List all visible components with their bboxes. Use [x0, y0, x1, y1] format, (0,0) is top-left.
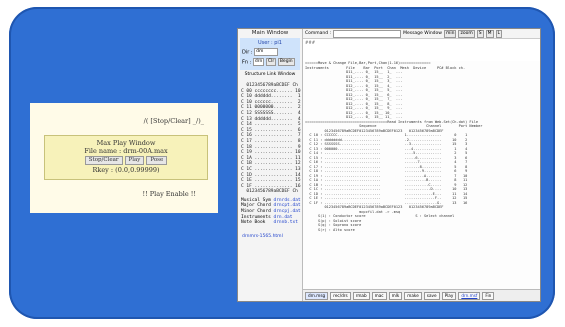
output-area[interactable]: ======Move & Change File,Bar,Port,Chan(1…	[303, 61, 540, 289]
fn-row: Fn : drn Clr Begin	[242, 57, 298, 68]
html-file-link[interactable]: drnmrs-1565.html	[242, 234, 302, 239]
main-app-window: Main Window User : pi1 Dir : dm Fn : drn…	[237, 28, 541, 302]
output-line: S(r) : Alto score	[305, 227, 355, 232]
bottom-tab-bar: drn.msg rec/drs rmab mac mlk make save Play drn.…	[303, 289, 540, 301]
file-list-key: Note Book	[241, 220, 274, 226]
dir-row: Dir : dm	[242, 48, 298, 58]
stop-clear-button[interactable]: Stop/Clear	[84, 156, 123, 165]
file-list: Musical Sym drnrds.dat Major Chord drncpt…	[241, 198, 301, 226]
tab-drn-msf[interactable]: drn.msf	[458, 291, 481, 300]
channel-grid-row[interactable]: C 10 dddddd........ 1	[241, 94, 301, 100]
tab-save[interactable]: save	[423, 291, 440, 300]
tab-mac[interactable]: mac	[371, 291, 387, 300]
pose-button[interactable]: Pose	[146, 156, 168, 165]
tab-drn-msg[interactable]: drn.msg	[305, 291, 329, 300]
tab-rmab[interactable]: rmab	[352, 291, 370, 300]
size-m-button[interactable]: M	[485, 29, 494, 38]
max-play-window: /( [Stop/Clear] _/)_ Max Play Window Fil…	[30, 103, 218, 213]
channel-grid-row[interactable]: C 1E .............. 15	[241, 178, 301, 184]
rkey-label: Rkey : (0.0,0.99999)	[92, 166, 160, 174]
file-list-value[interactable]: drn.dat	[274, 215, 293, 220]
begin-button[interactable]: Begin	[277, 57, 295, 66]
play-window-box: Max Play Window File name : drm-00A.max …	[44, 135, 208, 180]
file-list-item: Note Book drnnb.txt	[241, 220, 300, 226]
channel-grid-row[interactable]: C 17 .............. 8	[241, 139, 301, 145]
clr-button[interactable]: Clr	[266, 57, 277, 66]
play-window-title: Max Play Window	[96, 139, 156, 147]
file-list-value[interactable]: drnnb.txt	[274, 220, 298, 225]
tab-fin[interactable]: Fin	[482, 291, 495, 300]
command-input[interactable]	[333, 29, 402, 38]
channel-grid-row[interactable]: C 1C .............. 13	[241, 167, 301, 173]
main-window-panel: Main Window User : pi1 Dir : dm Fn : drn…	[238, 29, 303, 301]
fn-label: Fn :	[242, 59, 252, 65]
channel-grid-row[interactable]: C 19 .............. 10	[241, 150, 301, 156]
file-list-value[interactable]: drncpt.dat	[274, 203, 301, 208]
min-button[interactable]: min	[443, 29, 457, 38]
size-s-button[interactable]: S	[476, 29, 484, 38]
fn-input[interactable]: drn	[252, 57, 265, 66]
play-button[interactable]: Play	[124, 156, 145, 165]
structure-link-window-title: Structure Link Window	[244, 72, 296, 77]
play-button-row: Stop/Clear Play Pose	[45, 156, 207, 165]
stop-clear-link[interactable]: /( [Stop/Clear] _/)_	[144, 117, 204, 125]
channel-grid: 0123456789aBCDEF Ch C 00 cccccccc...... 1…	[241, 83, 301, 195]
channel-grid-row[interactable]: 0123456789aBCDEF Ch	[241, 83, 300, 89]
channel-grid-row[interactable]: C 14 .............. 5	[241, 122, 301, 128]
file-list-key: Minor Chord	[241, 209, 274, 215]
play-enable-label: !! Play Enable !!	[142, 190, 196, 198]
command-bar: Command : Message Window min zoom S M L	[303, 29, 540, 39]
command-label: Command :	[305, 31, 332, 36]
size-l-button[interactable]: L	[495, 29, 503, 38]
file-list-value[interactable]: drncpj.dat	[274, 209, 301, 214]
user-box: User : pi1 Dir : dm Fn : drn Clr Begin	[240, 38, 300, 70]
channel-grid-row[interactable]: C 12 SSSSSSS....... 4	[241, 111, 301, 117]
dir-label: Dir :	[242, 49, 253, 56]
dir-input[interactable]: dm	[254, 48, 279, 56]
message-window-label: Message Window	[403, 31, 442, 36]
tab-rec-drs[interactable]: rec/drs	[330, 291, 351, 300]
main-window-title: Main Window	[251, 30, 289, 36]
file-list-key: Major Chord	[241, 203, 274, 209]
file-list-key: Instruments	[241, 214, 274, 220]
tab-make[interactable]: make	[404, 291, 422, 300]
command-panel: Command : Message Window min zoom S M L …	[303, 29, 540, 301]
zoom-button[interactable]: zoom	[458, 29, 475, 38]
tab-play[interactable]: Play	[441, 291, 457, 300]
message-area: ###	[303, 39, 540, 62]
user-label: User : pi1	[257, 40, 282, 46]
tab-mlk[interactable]: mlk	[388, 291, 403, 300]
file-name-label: File name : drm-00A.max	[84, 147, 168, 155]
channel-grid-row[interactable]: 0123456789aBCDEF Ch	[241, 189, 300, 195]
